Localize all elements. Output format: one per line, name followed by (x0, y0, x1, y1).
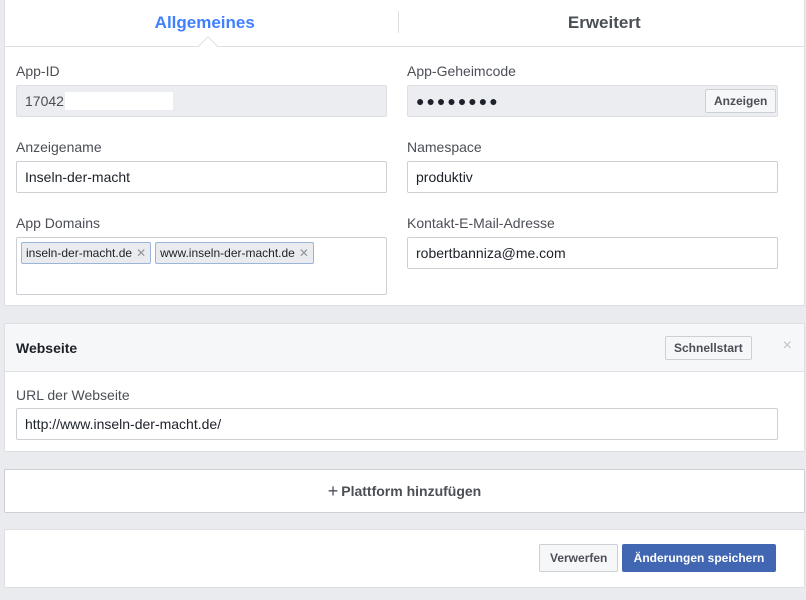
remove-tag-icon[interactable]: ✕ (299, 246, 309, 260)
add-platform-button[interactable]: + Plattform hinzufügen (4, 469, 805, 513)
website-header: Webseite Schnellstart × (5, 324, 804, 372)
tab-divider (398, 11, 399, 33)
domain-tag-label: inseln-der-macht.de (26, 246, 133, 260)
domain-tag: inseln-der-macht.de ✕ (21, 242, 152, 264)
display-name-label: Anzeigename (16, 139, 102, 155)
settings-tabs: Allgemeines Erweitert (5, 0, 804, 46)
website-url-input[interactable]: http://www.inseln-der-macht.de/ (16, 408, 778, 440)
app-domains-input[interactable]: inseln-der-macht.de ✕ www.inseln-der-mac… (16, 237, 387, 295)
domain-tag-label: www.inseln-der-macht.de (160, 246, 295, 260)
contact-email-input[interactable]: robertbanniza@me.com (407, 237, 778, 269)
show-secret-button[interactable]: Anzeigen (705, 89, 777, 113)
website-platform-panel: Webseite Schnellstart × URL der Webseite… (4, 323, 805, 452)
website-url-label: URL der Webseite (16, 387, 130, 403)
add-platform-label: Plattform hinzufügen (341, 483, 482, 499)
basic-settings-panel: Allgemeines Erweitert App-ID 17042 App-G… (4, 0, 805, 306)
plus-icon: + (327, 480, 339, 501)
app-id-label: App-ID (16, 63, 60, 79)
app-secret-label: App-Geheimcode (407, 63, 516, 79)
discard-button[interactable]: Verwerfen (539, 544, 619, 572)
domain-tag: www.inseln-der-macht.de ✕ (155, 242, 314, 264)
quickstart-button[interactable]: Schnellstart (665, 336, 752, 360)
tab-erweitert[interactable]: Erweitert (405, 0, 805, 46)
website-title: Webseite (16, 340, 78, 356)
contact-email-label: Kontakt-E-Mail-Adresse (407, 215, 555, 231)
namespace-input[interactable]: produktiv (407, 161, 778, 193)
close-icon[interactable]: × (783, 337, 792, 355)
footer-panel: Verwerfen Änderungen speichern (4, 529, 805, 588)
app-id-redaction (64, 92, 173, 110)
app-secret-value: ●●●●●●●● (416, 93, 500, 109)
app-id-value: 17042 (25, 93, 64, 109)
remove-tag-icon[interactable]: ✕ (136, 246, 146, 260)
app-id-field[interactable]: 17042 (16, 85, 387, 117)
app-domains-label: App Domains (16, 215, 101, 231)
tabs-underline (5, 46, 804, 47)
display-name-input[interactable]: Inseln-der-macht (16, 161, 387, 193)
namespace-label: Namespace (407, 139, 482, 155)
save-changes-button[interactable]: Änderungen speichern (622, 544, 776, 572)
